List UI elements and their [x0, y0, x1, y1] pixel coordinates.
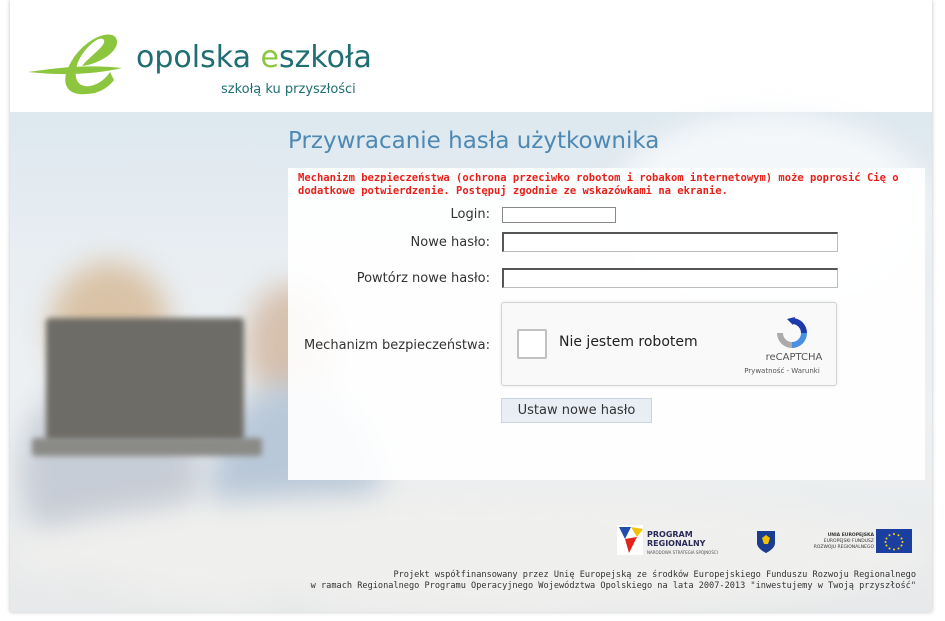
eu-text: UNIA EUROPEJSKA EUROPEJSKI FUNDUSZ ROZWO…: [810, 533, 874, 551]
recaptcha-checkbox-label[interactable]: Nie jestem robotem: [559, 334, 698, 350]
program-line: REGIONALNY: [647, 539, 706, 548]
repeat-password-input[interactable]: [502, 268, 838, 288]
funding-notice: Projekt współfinansowany przez Unię Euro…: [260, 570, 916, 592]
recaptcha-checkbox[interactable]: [517, 329, 547, 359]
brand-name[interactable]: opolska eszkoła: [136, 40, 372, 75]
site-header: opolska eszkoła szkołą ku przyszłości: [10, 0, 932, 112]
login-label: Login:: [450, 207, 490, 222]
login-value: [502, 207, 616, 223]
new-password-input[interactable]: [502, 232, 838, 252]
eu-line: ROZWOJU REGIONALNEGO: [813, 545, 874, 550]
recaptcha-logo-icon: [777, 317, 807, 348]
bg-desk: [10, 492, 932, 612]
program-line: PROGRAM: [647, 530, 693, 539]
brand-name-e: e: [260, 40, 279, 75]
bg-laptop: [46, 318, 244, 442]
repeat-password-label: Powtórz nowe hasło:: [356, 271, 490, 286]
program-subtitle: NARODOWA STRATEGIA SPÓJNOŚCI: [647, 550, 718, 555]
recaptcha-widget: Nie jestem robotem reCAPTCHA Prywatność …: [501, 302, 837, 386]
security-label: Mechanizm bezpieczeństwa:: [303, 338, 490, 353]
browser-page: opolska eszkoła szkołą ku przyszłości Pr…: [10, 0, 932, 612]
logo-e-swoosh-icon: [28, 34, 122, 95]
recaptcha-links[interactable]: Prywatność - Warunki: [734, 367, 830, 375]
program-regionalny-logo-icon: [617, 525, 643, 555]
new-password-label: Nowe hasło:: [410, 235, 490, 250]
brand-name-part: opolska: [136, 40, 261, 75]
funding-line: Projekt współfinansowany przez Unię Euro…: [393, 570, 916, 580]
set-password-button[interactable]: Ustaw nowe hasło: [501, 398, 652, 423]
page-title: Przywracanie hasła użytkownika: [288, 128, 660, 154]
program-regionalny-text: PROGRAM REGIONALNY: [647, 530, 705, 548]
funding-line: w ramach Regionalnego Programu Operacyjn…: [310, 581, 916, 591]
eu-flag-icon: [876, 529, 912, 553]
bg-laptop-base: [32, 438, 262, 456]
security-warning: Mechanizm bezpieczeństwa (ochrona przeci…: [298, 172, 899, 197]
brand-tagline: szkołą ku przyszłości: [221, 82, 356, 97]
opolskie-crest-icon: [757, 531, 775, 553]
recaptcha-brand: reCAPTCHA: [765, 352, 823, 363]
brand-name-part: szkoła: [278, 40, 372, 75]
